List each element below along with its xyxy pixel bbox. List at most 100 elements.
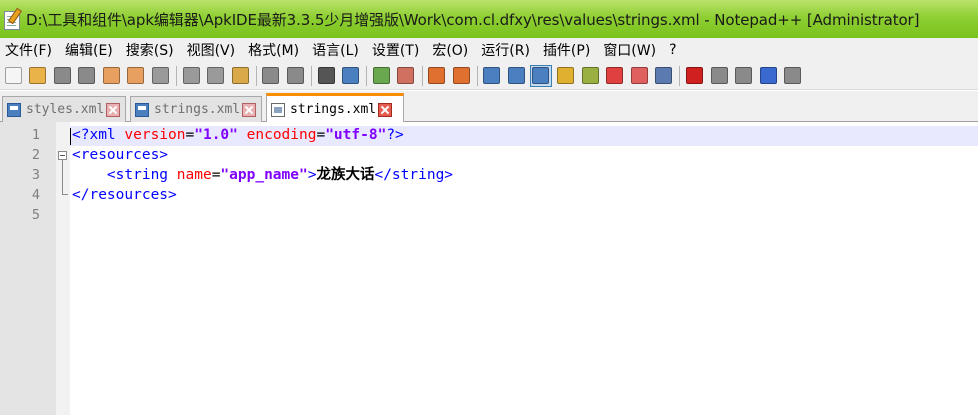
code-token: "utf-8" bbox=[325, 127, 387, 143]
menu-item[interactable]: 格式(M) bbox=[242, 40, 306, 60]
menu-item[interactable]: 窗口(W) bbox=[597, 40, 663, 60]
paste-button[interactable] bbox=[230, 66, 250, 86]
code-token: 龙族大话 bbox=[316, 167, 375, 183]
new-file-icon bbox=[4, 67, 22, 84]
line-number: 2 bbox=[31, 147, 40, 163]
sync-horizontal-button[interactable] bbox=[451, 66, 471, 86]
sync-vertical-button[interactable] bbox=[427, 66, 447, 86]
save-button[interactable] bbox=[52, 66, 72, 86]
document-map-icon bbox=[581, 67, 599, 84]
code-token: version bbox=[124, 127, 186, 143]
code-token: </resources> bbox=[72, 187, 177, 203]
title-bar: D:\工具和组件\apk编辑器\ApkIDE最新3.3.5少月增强版\Work\… bbox=[0, 0, 978, 38]
menu-item[interactable]: 插件(P) bbox=[537, 40, 597, 60]
code-line[interactable]: <?xml version="1.0" encoding="utf-8"?> bbox=[72, 125, 404, 145]
run-macro-multiple-button[interactable] bbox=[758, 66, 778, 86]
code-token: encoding bbox=[246, 127, 317, 143]
save-macro-button[interactable] bbox=[783, 66, 803, 86]
tab-label: styles.xml bbox=[26, 102, 105, 117]
line-number: 4 bbox=[31, 187, 40, 203]
code-line[interactable]: </resources> bbox=[72, 185, 177, 205]
run-macro-multiple-icon bbox=[759, 67, 777, 84]
toolbar-separator bbox=[421, 65, 423, 86]
record-macro-button[interactable] bbox=[684, 66, 704, 86]
replace-button[interactable] bbox=[341, 66, 361, 86]
indent-guide-button[interactable] bbox=[529, 64, 552, 87]
print-button[interactable] bbox=[151, 66, 171, 86]
close-tab-icon[interactable] bbox=[242, 102, 257, 117]
notepad-plus-plus-app-icon[interactable] bbox=[2, 7, 23, 30]
code-line[interactable]: <resources> bbox=[72, 145, 168, 165]
fold-line bbox=[62, 160, 63, 195]
copy-button[interactable] bbox=[206, 66, 226, 86]
tab-strings-xml[interactable]: strings.xml bbox=[130, 96, 262, 122]
menu-item[interactable]: 编辑(E) bbox=[59, 40, 120, 60]
playback-button[interactable] bbox=[734, 66, 754, 86]
tab-strings-xml-active[interactable]: strings.xml bbox=[266, 93, 404, 123]
zoom-out-icon bbox=[397, 67, 415, 84]
word-wrap-button[interactable] bbox=[482, 66, 502, 86]
undo-icon bbox=[262, 67, 280, 84]
sync-horizontal-icon bbox=[452, 67, 470, 84]
code-token: <resources> bbox=[72, 147, 169, 163]
menu-item[interactable]: 视图(V) bbox=[181, 40, 243, 60]
new-file-button[interactable] bbox=[3, 66, 23, 86]
menu-item[interactable]: 文件(F) bbox=[0, 40, 59, 60]
toolbar-separator bbox=[476, 65, 478, 86]
code-token: <?xml bbox=[72, 127, 125, 143]
menu-item[interactable]: 搜索(S) bbox=[120, 40, 181, 60]
language-button[interactable] bbox=[555, 66, 575, 86]
stop-recording-button[interactable] bbox=[709, 66, 729, 86]
toolbar-separator bbox=[366, 65, 368, 86]
word-wrap-icon bbox=[483, 67, 501, 84]
save-macro-icon bbox=[784, 67, 802, 84]
cut-button[interactable] bbox=[181, 66, 201, 86]
fold-collapse-icon[interactable] bbox=[58, 151, 67, 160]
code-token: </string> bbox=[374, 167, 454, 183]
saved-file-icon bbox=[7, 102, 21, 117]
tab-styles-xml[interactable]: styles.xml bbox=[2, 96, 126, 122]
copy-icon bbox=[207, 67, 225, 84]
paste-icon bbox=[231, 67, 249, 84]
line-number-margin bbox=[0, 122, 56, 415]
open-file-icon bbox=[29, 67, 47, 84]
close-button[interactable] bbox=[101, 66, 121, 86]
folder-as-workspace-icon bbox=[630, 67, 648, 84]
close-tab-icon[interactable] bbox=[378, 102, 393, 117]
find-button[interactable] bbox=[316, 66, 336, 86]
indent-guide-icon bbox=[532, 67, 550, 84]
code-token: = bbox=[316, 127, 326, 143]
folder-as-workspace-button[interactable] bbox=[629, 66, 649, 86]
editor[interactable]: 12345 <?xml version="1.0" encoding="utf-… bbox=[0, 122, 978, 415]
save-all-button[interactable] bbox=[77, 66, 97, 86]
menu-item[interactable]: 宏(O) bbox=[426, 40, 475, 60]
code-token: "1.0" bbox=[194, 127, 238, 143]
function-list-icon bbox=[606, 67, 624, 84]
zoom-in-button[interactable] bbox=[371, 66, 391, 86]
redo-icon bbox=[287, 67, 305, 84]
monitoring-button[interactable] bbox=[654, 66, 674, 86]
menu-item[interactable]: 设置(T) bbox=[366, 40, 426, 60]
undo-button[interactable] bbox=[261, 66, 281, 86]
playback-icon bbox=[735, 67, 753, 84]
fold-margin[interactable] bbox=[56, 122, 70, 415]
menu-item[interactable]: ? bbox=[663, 42, 683, 58]
open-file-button[interactable] bbox=[28, 66, 48, 86]
function-list-button[interactable] bbox=[605, 66, 625, 86]
line-number: 1 bbox=[31, 127, 40, 143]
show-all-characters-icon bbox=[507, 67, 525, 84]
close-tab-icon[interactable] bbox=[106, 102, 121, 117]
menu-item[interactable]: 运行(R) bbox=[475, 40, 537, 60]
code-token: <string bbox=[106, 167, 177, 183]
redo-button[interactable] bbox=[286, 66, 306, 86]
menu-item[interactable]: 语言(L) bbox=[306, 40, 366, 60]
zoom-out-button[interactable] bbox=[396, 66, 416, 86]
code-token: = bbox=[185, 127, 195, 143]
code-line[interactable]: <string name="app_name">龙族大话</string> bbox=[72, 165, 453, 185]
close-all-button[interactable] bbox=[126, 66, 146, 86]
code-token: "app_name" bbox=[220, 167, 308, 183]
show-all-characters-button[interactable] bbox=[506, 66, 526, 86]
tab-label: strings.xml bbox=[290, 102, 377, 117]
document-map-button[interactable] bbox=[580, 66, 600, 86]
